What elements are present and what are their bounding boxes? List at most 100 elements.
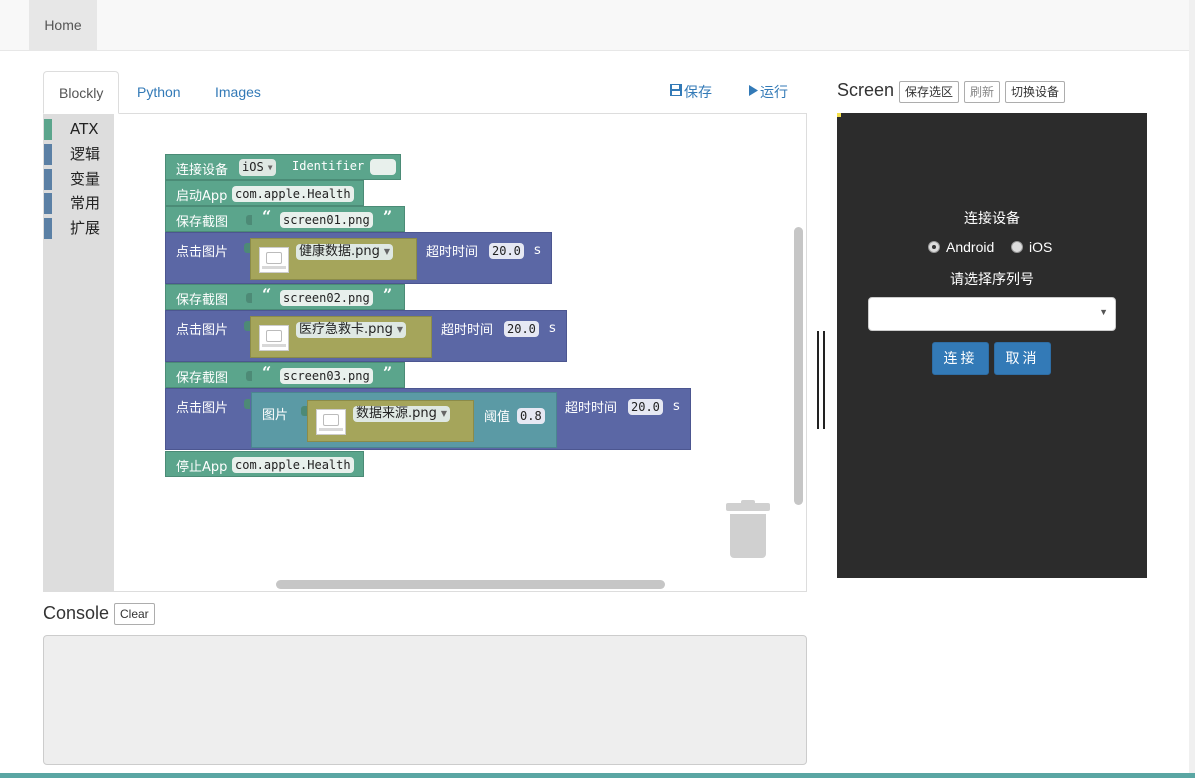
filename-input[interactable]: screen01.png bbox=[280, 212, 373, 228]
serial-select-label: 请选择序列号 bbox=[950, 271, 1034, 287]
threshold-input[interactable]: 0.8 bbox=[517, 408, 545, 424]
radio-label: iOS bbox=[1029, 239, 1053, 255]
image-thumbnail bbox=[259, 325, 289, 351]
nav-home-link[interactable]: Home bbox=[29, 0, 97, 50]
open-quote-icon: “ bbox=[262, 285, 272, 304]
device-screen[interactable]: 连接设备 Android iOS 请选择序列号 ▼ 连接 取消 bbox=[837, 113, 1147, 578]
image-block[interactable]: 数据来源.png ▼ bbox=[307, 400, 474, 442]
image-dropdown[interactable]: 健康数据.png ▼ bbox=[296, 244, 394, 260]
block-save-screenshot-2[interactable]: 保存截图 “ screen02.png ” bbox=[165, 284, 405, 310]
timeout-label: 超时时间 bbox=[441, 323, 494, 338]
floppy-icon bbox=[669, 83, 683, 100]
refresh-button[interactable]: 刷新 bbox=[964, 81, 1001, 103]
tab-images[interactable]: Images bbox=[200, 71, 276, 114]
close-quote-icon: ” bbox=[383, 363, 393, 382]
save-region-button[interactable]: 保存选区 bbox=[899, 81, 960, 103]
switch-device-button[interactable]: 切换设备 bbox=[1005, 81, 1066, 103]
image-block[interactable]: 医疗急救卡.png ▼ bbox=[250, 316, 432, 358]
platform-dropdown[interactable]: iOS ▼ bbox=[239, 159, 276, 176]
run-button[interactable]: 运行 bbox=[748, 82, 788, 102]
serial-select[interactable]: ▼ bbox=[868, 297, 1116, 331]
filename-input[interactable]: screen02.png bbox=[280, 290, 373, 306]
block-connect-device[interactable]: 连接设备 iOS ▼ Identifier bbox=[165, 154, 401, 180]
block-click-image-2[interactable]: 点击图片 医疗急救卡.png ▼ 超时时间 20.0 s bbox=[165, 310, 567, 362]
image-thumbnail bbox=[316, 409, 346, 435]
panel-splitter-handle[interactable] bbox=[817, 331, 827, 429]
toolbox-category-atx[interactable]: ATX bbox=[44, 118, 114, 140]
screen-title: Screen bbox=[837, 80, 895, 100]
window-scrollbar[interactable] bbox=[1189, 0, 1195, 778]
chevron-down-icon: ▼ bbox=[396, 325, 404, 334]
category-label: ATX bbox=[70, 120, 99, 138]
unit-label: s bbox=[673, 399, 680, 414]
radio-label: Android bbox=[946, 239, 995, 255]
chevron-down-icon: ▼ bbox=[1099, 307, 1108, 317]
category-label: 扩展 bbox=[70, 219, 101, 237]
timeout-input[interactable]: 20.0 bbox=[504, 321, 539, 337]
unit-label: s bbox=[549, 321, 556, 336]
block-save-screenshot-3[interactable]: 保存截图 “ screen03.png ” bbox=[165, 362, 405, 388]
console-output[interactable] bbox=[43, 635, 807, 765]
toolbox-category-logic[interactable]: 逻辑 bbox=[44, 143, 114, 165]
connect-button[interactable]: 连接 bbox=[932, 342, 989, 375]
radio-button-checked[interactable] bbox=[928, 241, 940, 253]
cancel-button[interactable]: 取消 bbox=[994, 342, 1051, 375]
connect-device-title: 连接设备 bbox=[964, 210, 1020, 226]
block-save-screenshot-1[interactable]: 保存截图 “ screen01.png ” bbox=[165, 206, 405, 232]
block-click-image-1[interactable]: 点击图片 健康数据.png ▼ 超时时间 20.0 s bbox=[165, 232, 552, 284]
timeout-input[interactable]: 20.0 bbox=[489, 243, 524, 259]
toolbox-category-common[interactable]: 常用 bbox=[44, 192, 114, 214]
bundle-id-input[interactable]: com.apple.Health bbox=[232, 457, 354, 473]
block-launch-app[interactable]: 启动App com.apple.Health bbox=[165, 180, 364, 206]
toolbox-category-variables[interactable]: 变量 bbox=[44, 168, 114, 190]
image-value: 数据来源.png bbox=[356, 406, 437, 421]
workspace-horizontal-scrollbar[interactable] bbox=[276, 580, 665, 589]
category-color-bar bbox=[44, 119, 52, 140]
tab-python[interactable]: Python bbox=[122, 71, 196, 114]
top-navbar: Home bbox=[0, 0, 1195, 51]
workspace-vertical-scrollbar[interactable] bbox=[794, 227, 803, 505]
save-button[interactable]: 保存 bbox=[669, 82, 712, 102]
radio-android[interactable]: Android bbox=[928, 239, 994, 255]
block-click-image-3[interactable]: 点击图片 图片 数据来源.png ▼ 阈值 0.8 超时时间 20.0 s bbox=[165, 388, 691, 450]
category-label: 变量 bbox=[70, 170, 101, 188]
chevron-down-icon: ▼ bbox=[383, 247, 391, 256]
open-quote-icon: “ bbox=[262, 363, 272, 382]
input-socket bbox=[246, 215, 252, 225]
category-color-bar bbox=[44, 144, 52, 165]
image-dropdown[interactable]: 数据来源.png ▼ bbox=[353, 406, 451, 422]
block-label: 启动App bbox=[176, 189, 228, 204]
image-block[interactable]: 健康数据.png ▼ bbox=[250, 238, 417, 280]
toolbox-category-extension[interactable]: 扩展 bbox=[44, 217, 114, 239]
input-socket bbox=[246, 293, 252, 303]
tab-blockly[interactable]: Blockly bbox=[43, 71, 120, 114]
category-label: 逻辑 bbox=[70, 145, 101, 163]
close-quote-icon: ” bbox=[383, 285, 393, 304]
identifier-input[interactable] bbox=[370, 159, 396, 175]
timeout-input[interactable]: 20.0 bbox=[628, 399, 663, 415]
console-clear-button[interactable]: Clear bbox=[114, 603, 155, 625]
image-value: 健康数据.png bbox=[299, 244, 380, 259]
block-label: 图片 bbox=[262, 408, 289, 423]
block-stop-app[interactable]: 停止App com.apple.Health bbox=[165, 451, 364, 477]
image-dropdown[interactable]: 医疗急救卡.png ▼ bbox=[296, 322, 407, 338]
bottom-accent-bar bbox=[0, 773, 1195, 778]
play-icon bbox=[748, 84, 759, 100]
save-label: 保存 bbox=[684, 84, 712, 100]
block-label: 保存截图 bbox=[176, 293, 229, 308]
filename-input[interactable]: screen03.png bbox=[280, 368, 373, 384]
chevron-down-icon: ▼ bbox=[267, 163, 273, 172]
radio-ios[interactable]: iOS bbox=[1011, 239, 1052, 255]
image-threshold-block[interactable]: 图片 数据来源.png ▼ 阈值 0.8 bbox=[251, 392, 557, 448]
console-title: Console bbox=[43, 603, 110, 623]
threshold-label: 阈值 bbox=[484, 410, 511, 425]
bundle-id-input[interactable]: com.apple.Health bbox=[232, 186, 354, 202]
block-label: 点击图片 bbox=[176, 323, 229, 338]
block-label: 连接设备 bbox=[176, 163, 229, 178]
trash-icon[interactable] bbox=[726, 500, 770, 559]
block-label: 保存截图 bbox=[176, 371, 229, 386]
close-quote-icon: ” bbox=[383, 207, 393, 226]
radio-button[interactable] bbox=[1011, 241, 1023, 253]
category-color-bar bbox=[44, 193, 52, 214]
blockly-toolbox: ATX 逻辑 变量 常用 扩展 bbox=[44, 114, 114, 592]
